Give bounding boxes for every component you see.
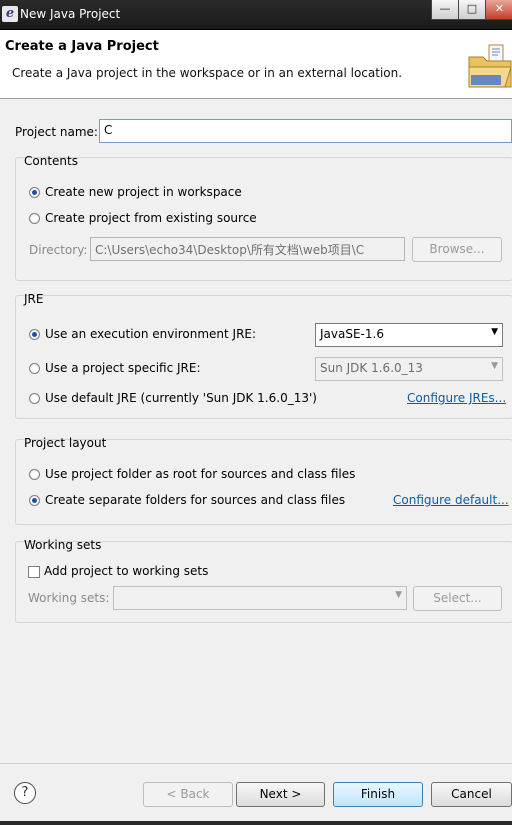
browse-button[interactable]: Browse... [412,237,502,262]
configure-default-link[interactable]: Configure default... [393,493,509,507]
wizard-title: Create a Java Project [5,39,159,54]
radio-execution-env[interactable] [29,329,40,340]
default-jre-label[interactable]: Use default JRE (currently 'Sun JDK 1.6.… [45,391,317,405]
project-jre-label[interactable]: Use a project specific JRE: [45,361,201,375]
contents-group-title: Contents [24,154,78,168]
add-working-sets-label[interactable]: Add project to working sets [44,564,208,578]
working-sets-dropdown[interactable]: ▼ [113,586,407,610]
back-button[interactable]: < Back [143,782,233,807]
execution-env-value: JavaSE-1.6 [320,327,384,341]
project-name-label: Project name: [15,125,98,139]
project-jre-dropdown[interactable]: Sun JDK 1.6.0_13 ▼ [315,357,503,381]
eclipse-icon: e [2,6,18,22]
select-working-sets-button[interactable]: Select... [413,586,502,611]
radio-project-root[interactable] [29,469,40,480]
directory-label: Directory: [29,243,88,257]
directory-input[interactable]: C:\Users\echo34\Desktop\所有文档\web项目\C [90,237,405,261]
footer-divider [0,763,512,764]
project-name-input[interactable]: C [99,119,512,143]
dropdown-arrow-icon: ▼ [491,327,498,337]
next-button[interactable]: Next > [236,782,325,807]
working-sets-label: Working sets: [28,591,110,605]
minimize-button[interactable]: — [431,0,459,20]
new-project-label[interactable]: Create new project in workspace [45,185,242,199]
project-layout-group [15,439,512,525]
radio-separate-folders[interactable] [29,495,40,506]
wizard-header: Create a Java Project Create a Java proj… [0,30,512,99]
dropdown-arrow-icon: ▼ [395,590,402,600]
radio-project-jre[interactable] [29,363,40,374]
finish-button[interactable]: Finish [333,782,423,807]
execution-env-dropdown[interactable]: JavaSE-1.6 ▼ [315,323,503,347]
configure-jres-link[interactable]: Configure JREs... [407,391,506,405]
separate-folders-label[interactable]: Create separate folders for sources and … [45,493,345,507]
working-sets-title: Working sets [24,538,102,552]
wizard-description: Create a Java project in the workspace o… [12,66,403,80]
jre-group-title: JRE [24,292,44,306]
project-jre-value: Sun JDK 1.6.0_13 [320,361,423,375]
project-layout-title: Project layout [24,436,107,450]
dropdown-arrow-icon: ▼ [491,361,498,371]
maximize-button[interactable]: □ [458,0,486,20]
radio-default-jre[interactable] [29,393,40,404]
cancel-button[interactable]: Cancel [431,782,512,807]
add-working-sets-checkbox[interactable] [28,566,40,578]
title-bar: e New Java Project — □ ✕ [0,0,512,30]
help-icon[interactable]: ? [14,782,36,804]
close-button[interactable]: ✕ [485,0,512,20]
existing-source-label[interactable]: Create project from existing source [45,211,257,225]
window-bottom-border [0,821,512,825]
execution-env-label[interactable]: Use an execution environment JRE: [45,327,256,341]
window-title: New Java Project [20,7,121,21]
radio-existing-source[interactable] [29,213,40,224]
radio-new-project[interactable] [29,187,40,198]
project-root-label[interactable]: Use project folder as root for sources a… [45,467,355,481]
java-project-folder-icon [468,44,512,88]
